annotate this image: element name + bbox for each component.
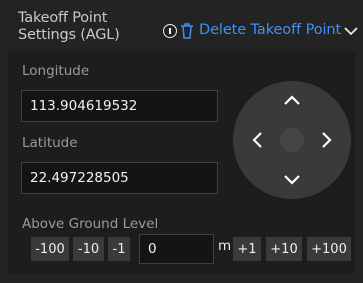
delete-takeoff-point-button[interactable]: Delete Takeoff Point — [199, 22, 341, 38]
panel-header[interactable]: Takeoff Point Settings (AGL) Delete Take… — [0, 0, 363, 52]
increment-1-button[interactable]: +1 — [233, 237, 261, 261]
chevron-down-icon[interactable] — [344, 26, 358, 36]
info-icon[interactable] — [163, 24, 177, 38]
agl-unit: m — [218, 238, 232, 254]
decrement-100-button[interactable]: -100 — [31, 237, 69, 261]
arrow-down-icon[interactable] — [283, 174, 301, 186]
agl-label: Above Ground Level — [22, 216, 159, 232]
arrow-left-icon[interactable] — [251, 131, 263, 149]
increment-10-button[interactable]: +10 — [266, 237, 302, 261]
dpad-center[interactable] — [280, 128, 304, 152]
latitude-label: Latitude — [22, 135, 78, 151]
decrement-10-button[interactable]: -10 — [73, 237, 104, 261]
trash-icon[interactable] — [180, 23, 194, 39]
longitude-label: Longitude — [22, 63, 90, 79]
latitude-input[interactable]: 22.497228505 — [21, 162, 218, 194]
settings-body: Longitude 113.904619532 Latitude 22.4972… — [8, 52, 355, 274]
arrow-up-icon[interactable] — [283, 94, 301, 106]
agl-input[interactable]: 0 — [139, 234, 214, 264]
longitude-input[interactable]: 113.904619532 — [21, 90, 218, 122]
panel-title: Takeoff Point Settings (AGL) — [18, 10, 120, 43]
arrow-right-icon[interactable] — [321, 131, 333, 149]
decrement-1-button[interactable]: -1 — [108, 237, 130, 261]
position-dpad — [233, 81, 351, 199]
increment-100-button[interactable]: +100 — [307, 237, 351, 261]
takeoff-point-settings-panel: Takeoff Point Settings (AGL) Delete Take… — [0, 0, 363, 283]
